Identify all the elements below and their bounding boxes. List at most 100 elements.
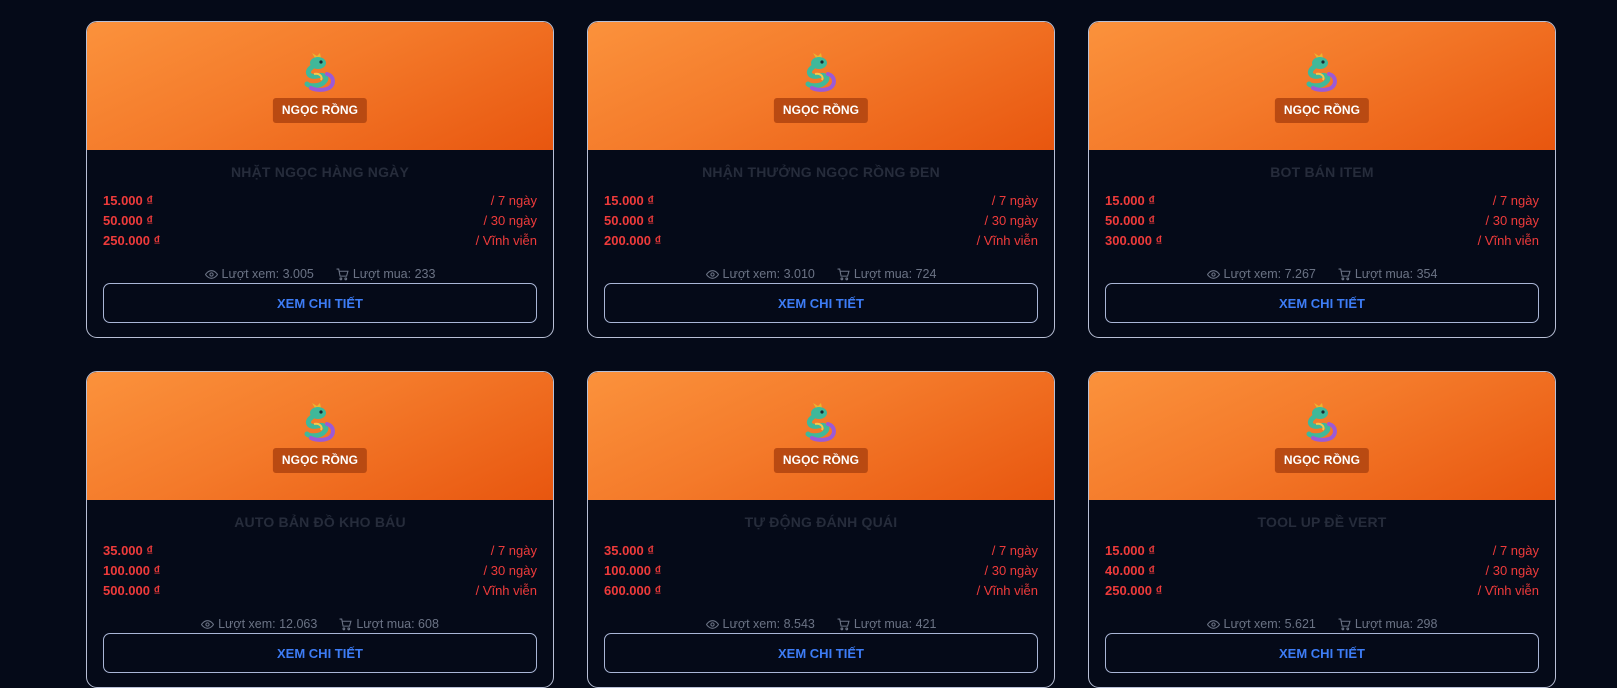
card-tag: NGỌC RỒNG: [1274, 448, 1370, 473]
price-amount: 35.000 ₫: [604, 543, 655, 558]
card-title: TOOL UP ĐỀ VERT: [1257, 514, 1387, 530]
price-amount: 200.000 ₫: [604, 233, 662, 248]
card-title: BOT BÁN ITEM: [1270, 164, 1374, 180]
price-period: / 30 ngày: [984, 563, 1039, 578]
price-row: 15.000 ₫ / 7 ngày: [103, 193, 537, 213]
card-banner: NGỌC RỒNG: [1089, 372, 1555, 500]
card-tag: NGỌC RỒNG: [1274, 98, 1370, 123]
card-tag: NGỌC RỒNG: [272, 98, 368, 123]
view-details-button[interactable]: XEM CHI TIẾT: [103, 633, 537, 673]
purchases-stat: Lượt mua: 233: [336, 267, 436, 281]
price-period: / 30 ngày: [1485, 563, 1540, 578]
price-amount: 100.000 ₫: [103, 563, 161, 578]
product-card[interactable]: NGỌC RỒNG NHẬN THƯỞNG NGỌC RỒNG ĐEN 15.0…: [587, 21, 1055, 338]
cart-icon: [339, 618, 352, 630]
card-stats: Lượt xem: 12.063 Lượt mua: 608: [87, 617, 553, 631]
dragon-icon: [805, 403, 836, 442]
card-banner: NGỌC RỒNG: [1089, 22, 1555, 150]
product-card[interactable]: NGỌC RỒNG TỰ ĐỘNG ĐÁNH QUÁI 35.000 ₫ / 7…: [587, 371, 1055, 688]
product-grid: NGỌC RỒNG NHẶT NGỌC HÀNG NGÀY 15.000 ₫ /…: [86, 21, 1558, 688]
card-title: NHẬN THƯỞNG NGỌC RỒNG ĐEN: [702, 164, 940, 180]
price-period: / 30 ngày: [1485, 213, 1540, 228]
purchases-stat: Lượt mua: 354: [1338, 267, 1438, 281]
price-amount: 250.000 ₫: [1105, 583, 1163, 598]
purchases-stat: Lượt mua: 421: [837, 617, 937, 631]
view-details-button[interactable]: XEM CHI TIẾT: [604, 633, 1038, 673]
purchases-count: Lượt mua: 421: [853, 617, 937, 631]
views-stat: Lượt xem: 7.267: [1206, 267, 1316, 281]
card-stats: Lượt xem: 3.010 Lượt mua: 724: [588, 267, 1054, 281]
cart-icon: [837, 618, 850, 630]
dragon-icon: [805, 53, 836, 92]
price-row: 300.000 ₫ / Vĩnh viễn: [1105, 233, 1539, 253]
price-amount: 35.000 ₫: [103, 543, 154, 558]
purchases-stat: Lượt mua: 608: [339, 617, 439, 631]
view-details-button[interactable]: XEM CHI TIẾT: [1105, 283, 1539, 323]
price-period: / 30 ngày: [483, 213, 538, 228]
card-banner: NGỌC RỒNG: [588, 22, 1054, 150]
price-row: 250.000 ₫ / Vĩnh viễn: [1105, 583, 1539, 603]
price-amount: 15.000 ₫: [1105, 543, 1156, 558]
product-card[interactable]: NGỌC RỒNG TOOL UP ĐỀ VERT 15.000 ₫ / 7 n…: [1088, 371, 1556, 688]
product-card[interactable]: NGỌC RỒNG NHẶT NGỌC HÀNG NGÀY 15.000 ₫ /…: [86, 21, 554, 338]
price-row: 35.000 ₫ / 7 ngày: [103, 543, 537, 563]
price-period: / 7 ngày: [991, 543, 1038, 558]
price-period: / Vĩnh viễn: [475, 583, 537, 598]
dragon-icon: [1306, 403, 1337, 442]
price-row: 500.000 ₫ / Vĩnh viễn: [103, 583, 537, 603]
eye-icon: [1206, 619, 1220, 629]
purchases-count: Lượt mua: 724: [853, 267, 937, 281]
view-details-button[interactable]: XEM CHI TIẾT: [604, 283, 1038, 323]
purchases-stat: Lượt mua: 298: [1338, 617, 1437, 631]
card-banner: NGỌC RỒNG: [588, 372, 1054, 500]
price-period: / Vĩnh viễn: [475, 233, 537, 248]
price-row: 250.000 ₫ / Vĩnh viễn: [103, 233, 537, 253]
price-period: / 30 ngày: [483, 563, 538, 578]
price-period: / Vĩnh viễn: [976, 233, 1038, 248]
product-card[interactable]: NGỌC RỒNG AUTO BẢN ĐỒ KHO BÁU 35.000 ₫ /…: [86, 371, 554, 688]
price-row: 600.000 ₫ / Vĩnh viễn: [604, 583, 1038, 603]
views-stat: Lượt xem: 12.063: [201, 617, 317, 631]
price-period: / Vĩnh viễn: [1477, 233, 1539, 248]
product-card[interactable]: NGỌC RỒNG BOT BÁN ITEM 15.000 ₫ / 7 ngày…: [1088, 21, 1556, 338]
price-amount: 50.000 ₫: [103, 213, 154, 228]
price-amount: 250.000 ₫: [103, 233, 161, 248]
price-row: 100.000 ₫ / 30 ngày: [103, 563, 537, 583]
price-row: 100.000 ₫ / 30 ngày: [604, 563, 1038, 583]
price-amount: 300.000 ₫: [1105, 233, 1163, 248]
price-period: / Vĩnh viễn: [1477, 583, 1539, 598]
card-stats: Lượt xem: 5.621 Lượt mua: 298: [1089, 617, 1555, 631]
eye-icon: [204, 269, 218, 279]
price-row: 50.000 ₫ / 30 ngày: [604, 213, 1038, 233]
price-period: / Vĩnh viễn: [976, 583, 1038, 598]
views-count: Lượt xem: 3.010: [722, 267, 815, 281]
price-amount: 50.000 ₫: [604, 213, 655, 228]
purchases-stat: Lượt mua: 724: [837, 267, 937, 281]
price-period: / 7 ngày: [1492, 193, 1539, 208]
card-title: AUTO BẢN ĐỒ KHO BÁU: [234, 514, 406, 530]
cart-icon: [1338, 618, 1351, 630]
card-title: NHẶT NGỌC HÀNG NGÀY: [230, 164, 410, 180]
view-details-button[interactable]: XEM CHI TIẾT: [1105, 633, 1539, 673]
price-row: 15.000 ₫ / 7 ngày: [1105, 193, 1539, 213]
card-title: TỰ ĐỘNG ĐÁNH QUÁI: [744, 514, 898, 530]
purchases-count: Lượt mua: 233: [352, 267, 436, 281]
eye-icon: [1206, 269, 1220, 279]
price-row: 15.000 ₫ / 7 ngày: [604, 193, 1038, 213]
price-amount: 15.000 ₫: [604, 193, 655, 208]
price-period: / 30 ngày: [984, 213, 1039, 228]
price-amount: 15.000 ₫: [103, 193, 154, 208]
card-stats: Lượt xem: 8.543 Lượt mua: 421: [588, 617, 1054, 631]
price-row: 35.000 ₫ / 7 ngày: [604, 543, 1038, 563]
cart-icon: [336, 268, 349, 280]
price-amount: 15.000 ₫: [1105, 193, 1156, 208]
purchases-count: Lượt mua: 608: [356, 617, 439, 631]
price-period: / 7 ngày: [490, 543, 537, 558]
price-list: 35.000 ₫ / 7 ngày 100.000 ₫ / 30 ngày 50…: [103, 543, 537, 603]
price-amount: 100.000 ₫: [604, 563, 662, 578]
purchases-count: Lượt mua: 354: [1354, 267, 1438, 281]
views-stat: Lượt xem: 3.010: [705, 267, 815, 281]
eye-icon: [705, 269, 719, 279]
view-details-button[interactable]: XEM CHI TIẾT: [103, 283, 537, 323]
price-amount: 50.000 ₫: [1105, 213, 1156, 228]
